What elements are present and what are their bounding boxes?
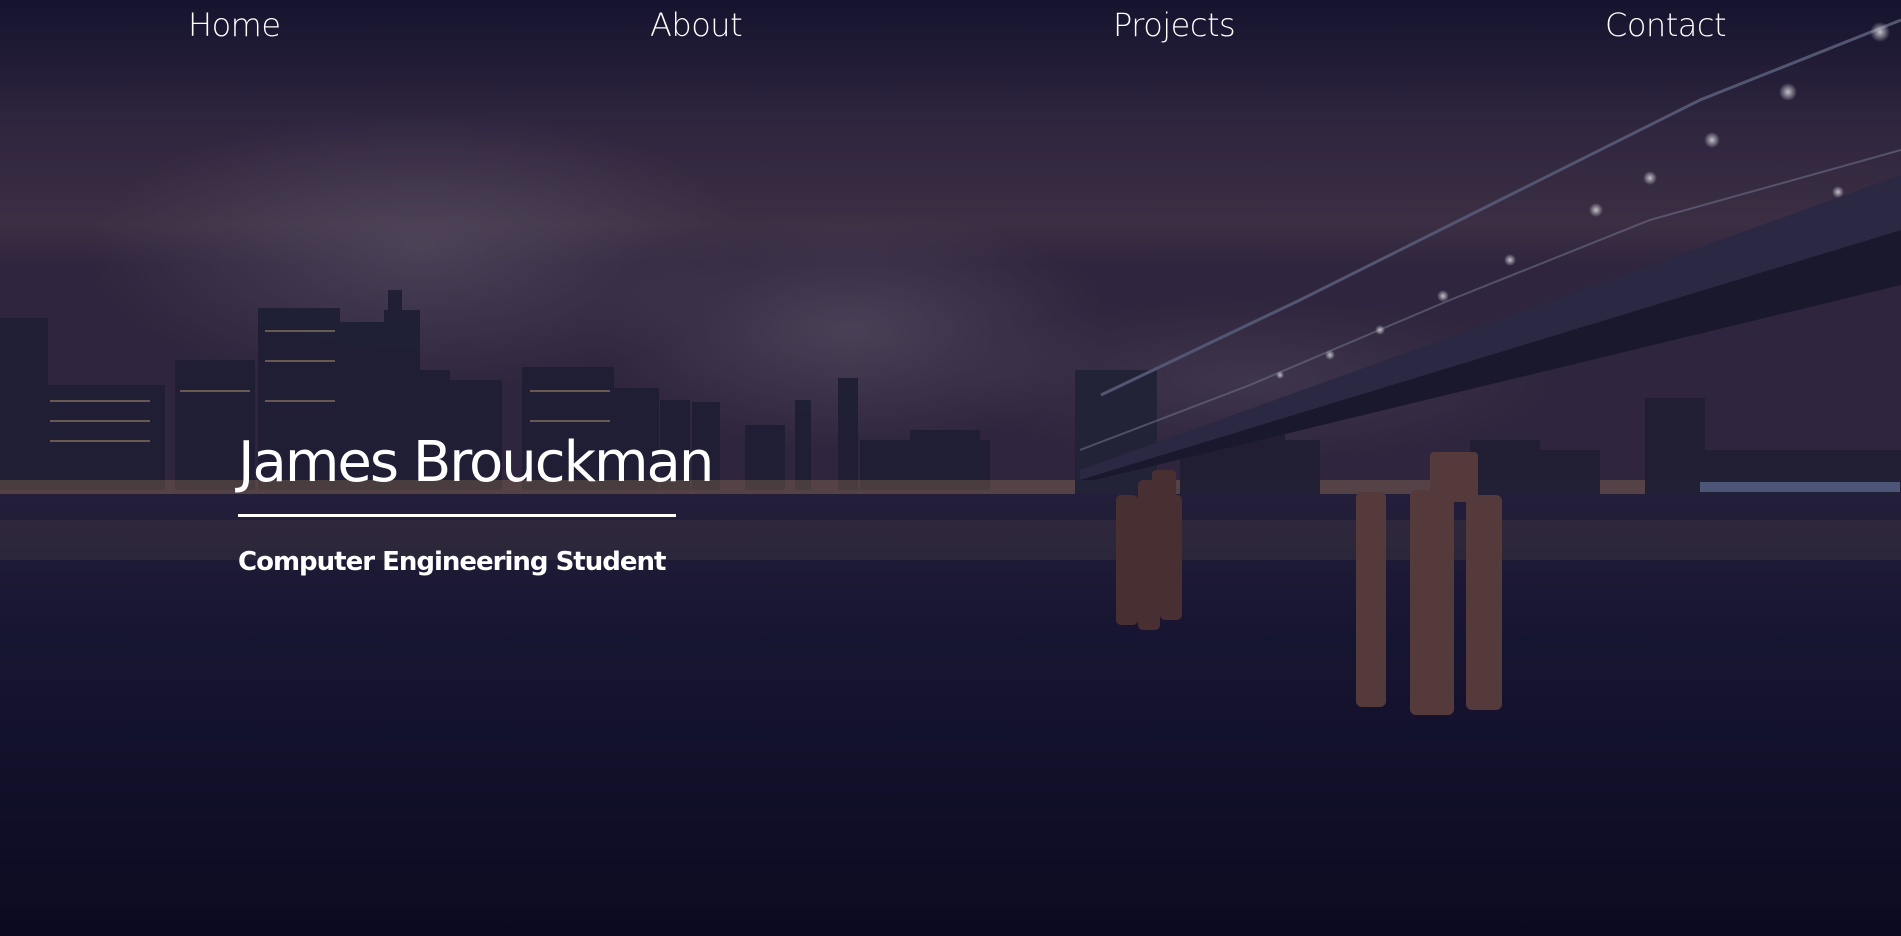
nav-link-home[interactable]: Home bbox=[188, 6, 281, 44]
hero-divider bbox=[238, 514, 676, 517]
hero-name: James Brouckman bbox=[238, 430, 714, 495]
hero-section: Home About Projects Contact James Brouck… bbox=[0, 0, 1901, 936]
nav-link-projects[interactable]: Projects bbox=[1113, 6, 1236, 44]
main-nav: Home About Projects Contact bbox=[0, 0, 1901, 60]
nav-link-about[interactable]: About bbox=[650, 6, 743, 44]
nav-link-contact[interactable]: Contact bbox=[1605, 6, 1727, 44]
hero-tagline: Computer Engineering Student bbox=[238, 547, 666, 577]
hero-headline: James Brouckman Computer Engineering Stu… bbox=[238, 428, 714, 577]
